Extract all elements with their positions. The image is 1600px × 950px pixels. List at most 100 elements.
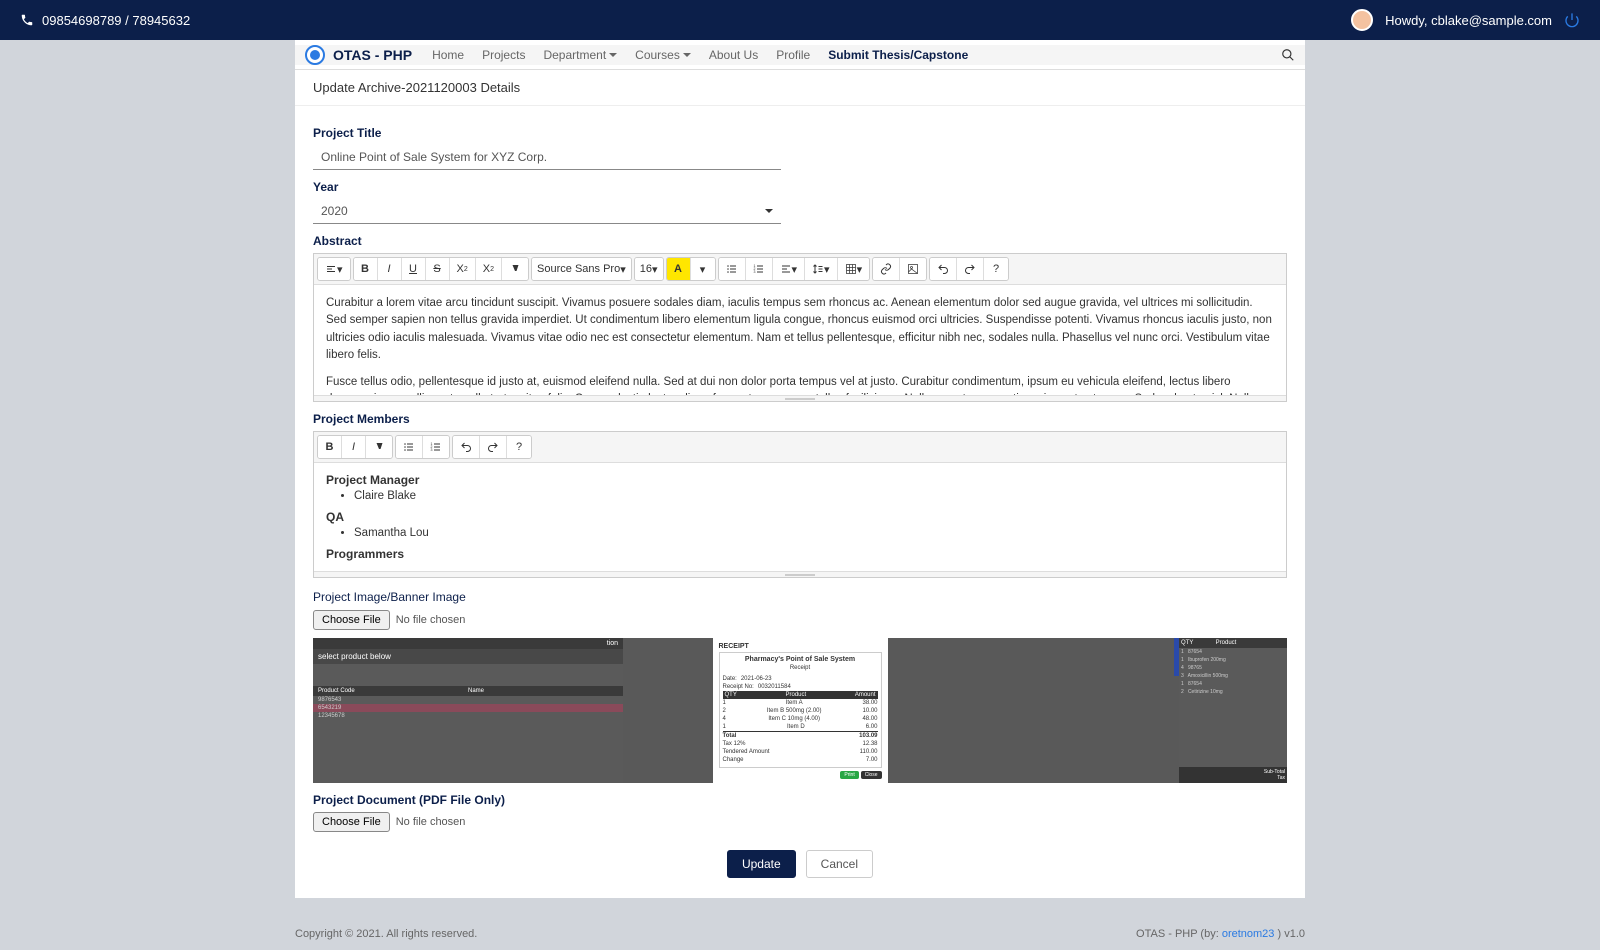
choose-file-button[interactable]: Choose File xyxy=(313,610,390,630)
italic-button[interactable]: I xyxy=(378,258,402,280)
members-label: Project Members xyxy=(313,412,1287,426)
svg-text:3: 3 xyxy=(431,448,433,452)
update-button[interactable]: Update xyxy=(727,850,796,878)
page-title: Update Archive-2021120003 Details xyxy=(295,70,1305,106)
preview-right-panel: QTYProduct 1 87654 1 Ibuprofen 200mg 4 9… xyxy=(1179,638,1287,783)
no-file-text: No file chosen xyxy=(396,614,466,626)
year-select[interactable] xyxy=(313,199,781,224)
logo-icon[interactable] xyxy=(305,45,325,65)
receipt-title: Pharmacy's Point of Sale System xyxy=(723,656,878,663)
link-button[interactable] xyxy=(873,258,900,280)
font-family-select[interactable]: Source Sans Pro ▾ xyxy=(532,258,631,280)
table-dropdown[interactable]: ▾ xyxy=(838,258,870,280)
nav-home[interactable]: Home xyxy=(432,48,464,62)
preview-row: 6543219 xyxy=(313,704,623,712)
brand-text[interactable]: OTAS - PHP xyxy=(333,47,412,63)
underline-button[interactable]: U xyxy=(402,258,426,280)
members-content[interactable]: Project Manager Claire Blake QA Samantha… xyxy=(314,463,1286,571)
footer-right: OTAS - PHP (by: oretnom23 ) v1.0 xyxy=(1136,928,1305,940)
members-toolbar: B I 123 ? xyxy=(314,432,1286,463)
topbar-right: Howdy, cblake@sample.com xyxy=(1351,9,1580,31)
help-button[interactable]: ? xyxy=(984,258,1008,280)
nav-department[interactable]: Department xyxy=(543,48,617,62)
undo-button[interactable] xyxy=(930,258,957,280)
ol-button[interactable]: 123 xyxy=(746,258,773,280)
clear-format-button[interactable] xyxy=(502,258,528,280)
main-wrap: OTAS - PHP Home Projects Department Cour… xyxy=(0,40,1600,950)
align-dropdown[interactable]: ▾ xyxy=(773,258,806,280)
nav-submit[interactable]: Submit Thesis/Capstone xyxy=(828,48,968,62)
caret-down-icon xyxy=(683,53,691,57)
preview-table-head: Product CodeName xyxy=(313,686,623,696)
superscript-button[interactable]: X2 xyxy=(450,258,476,280)
ul-button[interactable] xyxy=(719,258,746,280)
preview-title-frag: tion xyxy=(313,638,623,649)
preview-subtitle: select product below xyxy=(313,649,623,664)
footer: Copyright © 2021. All rights reserved. O… xyxy=(295,918,1305,950)
nav-links: Home Projects Department Courses About U… xyxy=(432,48,968,62)
phone-text: 09854698789 / 78945632 xyxy=(42,13,190,28)
footer-link[interactable]: oretnom23 xyxy=(1222,928,1275,940)
redo-button[interactable] xyxy=(480,436,507,458)
year-label: Year xyxy=(313,180,1287,194)
bold-button[interactable]: B xyxy=(354,258,378,280)
abstract-label: Abstract xyxy=(313,234,1287,248)
title-label: Project Title xyxy=(313,126,1287,140)
receipt-subtitle: Receipt xyxy=(723,665,878,671)
topbar: 09854698789 / 78945632 Howdy, cblake@sam… xyxy=(0,0,1600,40)
cancel-button[interactable]: Cancel xyxy=(806,850,873,878)
title-input[interactable] xyxy=(313,145,781,170)
ol-button[interactable]: 123 xyxy=(423,436,449,458)
abstract-para-1: Curabitur a lorem vitae arcu tincidunt s… xyxy=(326,295,1274,364)
copyright-text: Copyright © 2021. All rights reserved. xyxy=(295,928,477,940)
choose-file-button[interactable]: Choose File xyxy=(313,812,390,832)
preview-left-panel: tion select product below Product CodeNa… xyxy=(313,638,623,783)
action-row: Update Cancel xyxy=(313,850,1287,878)
subscript-button[interactable]: X2 xyxy=(476,258,502,280)
greeting-text: Howdy, cblake@sample.com xyxy=(1385,13,1552,28)
role-prog: Programmers xyxy=(326,547,1274,561)
strike-button[interactable]: S xyxy=(426,258,450,280)
chevron-down-icon xyxy=(765,209,773,213)
members-editor: B I 123 ? Project Manager xyxy=(313,431,1287,578)
style-dropdown[interactable]: ▾ xyxy=(318,258,350,280)
abstract-content[interactable]: Curabitur a lorem vitae arcu tincidunt s… xyxy=(314,285,1286,395)
bold-button[interactable]: B xyxy=(318,436,342,458)
banner-preview: tion select product below Product CodeNa… xyxy=(313,638,1287,783)
abstract-para-2: Fusce tellus odio, pellentesque id justo… xyxy=(326,374,1274,395)
phone-icon xyxy=(20,13,34,27)
nav-projects[interactable]: Projects xyxy=(482,48,525,62)
search-icon[interactable] xyxy=(1281,48,1295,62)
nav-about[interactable]: About Us xyxy=(709,48,758,62)
help-button[interactable]: ? xyxy=(507,436,531,458)
highlight-button[interactable]: A xyxy=(667,258,691,280)
undo-button[interactable] xyxy=(453,436,480,458)
resize-handle[interactable] xyxy=(314,395,1286,401)
role-pm: Project Manager xyxy=(326,473,1274,487)
navbar: OTAS - PHP Home Projects Department Cour… xyxy=(295,40,1305,70)
form-body: Project Title Year Abstract ▾ B I U S xyxy=(295,106,1305,898)
avatar[interactable] xyxy=(1351,9,1373,31)
preview-row: 12345678 xyxy=(313,712,623,720)
receipt-preview: RECEIPT Pharmacy's Point of Sale System … xyxy=(713,638,888,783)
content: Update Archive-2021120003 Details Projec… xyxy=(295,70,1305,898)
nav-profile[interactable]: Profile xyxy=(776,48,810,62)
ul-button[interactable] xyxy=(396,436,423,458)
lineheight-dropdown[interactable]: ▾ xyxy=(805,258,838,280)
power-icon[interactable] xyxy=(1564,12,1580,28)
clear-format-button[interactable] xyxy=(366,436,392,458)
close-button: Close xyxy=(861,771,882,779)
highlight-dropdown[interactable]: ▾ xyxy=(691,258,715,280)
redo-button[interactable] xyxy=(957,258,984,280)
member-qa: Samantha Lou xyxy=(354,527,1274,539)
abstract-toolbar: ▾ B I U S X2 X2 Source Sans Pro ▾ xyxy=(314,254,1286,285)
resize-handle[interactable] xyxy=(314,571,1286,577)
doc-file-row: Choose File No file chosen xyxy=(313,812,1287,832)
topbar-left: 09854698789 / 78945632 xyxy=(20,13,190,28)
font-size-select[interactable]: 16 ▾ xyxy=(635,258,663,280)
preview-row: 9876543 xyxy=(313,696,623,704)
nav-courses[interactable]: Courses xyxy=(635,48,691,62)
image-button[interactable] xyxy=(900,258,926,280)
italic-button[interactable]: I xyxy=(342,436,366,458)
image-file-row: Choose File No file chosen xyxy=(313,610,1287,630)
